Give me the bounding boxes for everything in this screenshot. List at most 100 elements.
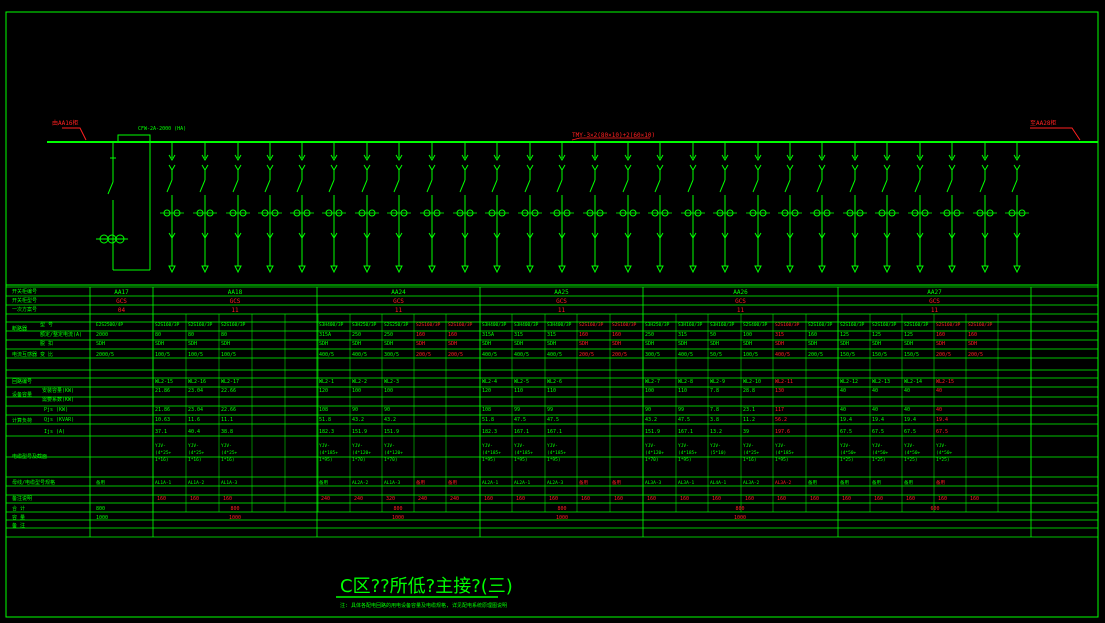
cabinet-model: GCS bbox=[116, 298, 127, 305]
busway-value: 160 bbox=[484, 496, 493, 502]
qjs-value: 47.5 bbox=[514, 417, 526, 423]
breaker-switch bbox=[166, 179, 173, 193]
load-arrow-icon bbox=[656, 265, 664, 274]
cabinet-scheme: 11 bbox=[737, 307, 745, 314]
cable-spec: 1*70) bbox=[645, 457, 659, 463]
remark-tag: AL4A-1 bbox=[710, 480, 727, 486]
cable-spec: YJV- bbox=[319, 443, 330, 449]
cable-spec: YJV- bbox=[710, 443, 721, 449]
cable-spec: (4*50+ bbox=[904, 450, 921, 456]
row-label: 母线/电缆型号规格 bbox=[12, 479, 55, 486]
load-arrow-icon bbox=[948, 265, 956, 274]
cable-spec: 1*95) bbox=[514, 457, 528, 463]
row-sublabel: Qjs (KVAR) bbox=[44, 417, 74, 423]
busway-value: 160 bbox=[581, 496, 590, 502]
feeder-connector-icon bbox=[754, 164, 762, 171]
rated-current: 315A bbox=[319, 332, 331, 338]
trip-type: SDH bbox=[968, 341, 977, 347]
circuit-id: WL2-2 bbox=[352, 379, 367, 385]
trip-type: SDH bbox=[775, 341, 784, 347]
breaker-switch bbox=[426, 179, 433, 193]
installed-capacity: 40 bbox=[872, 388, 878, 394]
pjs-value: 40 bbox=[904, 407, 910, 413]
breaker-model: S2S160/3P bbox=[904, 322, 929, 328]
ct-ratio: 100/5 bbox=[743, 352, 758, 358]
circuit-id: WL2-14 bbox=[904, 379, 922, 385]
bus-left-label: 由AA16柜 bbox=[52, 119, 78, 127]
breaker-model: S2S160/3P bbox=[416, 322, 441, 328]
ct-ratio: 300/5 bbox=[384, 352, 399, 358]
remark-tag: 备用 bbox=[612, 479, 621, 486]
breaker-switch bbox=[459, 179, 466, 193]
cable-spec: YJV- bbox=[514, 443, 525, 449]
cabinet-scheme: 11 bbox=[231, 307, 239, 314]
rated-current: 160 bbox=[808, 332, 817, 338]
circuit-id: WL2-7 bbox=[645, 379, 660, 385]
feeder-connector-icon bbox=[851, 164, 859, 171]
cable-spec: (4*25+ bbox=[155, 450, 172, 456]
busway-value: 160 bbox=[223, 496, 232, 502]
ijs-value: 67.5 bbox=[872, 429, 884, 435]
circuit-id: WL2-11 bbox=[775, 379, 793, 385]
rated-current: 160 bbox=[448, 332, 457, 338]
ct-ratio: 150/5 bbox=[872, 352, 887, 358]
feeder-connector-icon bbox=[526, 164, 534, 171]
cable-spec: (4*50+ bbox=[840, 450, 857, 456]
breaker-model: S3H250/3P bbox=[645, 322, 670, 328]
remark-tag: AL2A-3 bbox=[547, 480, 564, 486]
cable-spec: (4*185+ bbox=[775, 450, 794, 456]
busway-value: 160 bbox=[938, 496, 947, 502]
pjs-value: 23.04 bbox=[188, 407, 203, 413]
installed-capacity: 40 bbox=[904, 388, 910, 394]
busway-value: 160 bbox=[970, 496, 979, 502]
breaker-model: S2S400/3P bbox=[743, 322, 768, 328]
load-arrow-icon bbox=[721, 265, 729, 274]
breaker-switch bbox=[719, 179, 726, 193]
trip-type: SDH bbox=[448, 341, 457, 347]
qjs-value: 47.5 bbox=[678, 417, 690, 423]
remark-tag: AL3A-3 bbox=[645, 480, 662, 486]
feeder-connector-icon bbox=[330, 164, 338, 171]
installed-capacity: 7.8 bbox=[710, 388, 719, 394]
cable-spec: (4*185+ bbox=[319, 450, 338, 456]
load-arrow-icon bbox=[363, 265, 371, 274]
rated-current: 315 bbox=[678, 332, 687, 338]
group-capacity: 1000 bbox=[734, 515, 746, 521]
installed-capacity: 23.04 bbox=[188, 388, 203, 394]
trip-type: SDH bbox=[936, 341, 945, 347]
cable-spec: YJV- bbox=[221, 443, 232, 449]
pjs-value: 90 bbox=[645, 407, 651, 413]
rated-current: 50 bbox=[710, 332, 716, 338]
circuit-id: WL2-3 bbox=[384, 379, 399, 385]
breaker-model: S2S160/3P bbox=[221, 322, 246, 328]
feeder-connector-icon bbox=[428, 164, 436, 171]
circuit-id: WL2-4 bbox=[482, 379, 497, 385]
feeder-connector-icon bbox=[1013, 164, 1021, 171]
rated-current: 100 bbox=[743, 332, 752, 338]
qjs-value: 19.4 bbox=[904, 417, 916, 423]
remark-tag: AL2A-1 bbox=[514, 480, 531, 486]
group-sum: 800 bbox=[230, 506, 239, 512]
breaker-model: S2S160/3P bbox=[872, 322, 897, 328]
trip-type: SDH bbox=[384, 341, 393, 347]
feeder-connector-icon bbox=[818, 164, 826, 171]
cpu-bracket bbox=[117, 134, 151, 142]
busway-value: 160 bbox=[614, 496, 623, 502]
cabinet-scheme: 11 bbox=[931, 307, 939, 314]
breaker-model: S2S160/3P bbox=[775, 322, 800, 328]
busway-value: 160 bbox=[647, 496, 656, 502]
busway-value: 160 bbox=[842, 496, 851, 502]
qjs-value: 51.8 bbox=[319, 417, 331, 423]
pjs-value: 40 bbox=[936, 407, 942, 413]
breaker-model: S2S160/3P bbox=[579, 322, 604, 328]
row-label: 计算负荷 bbox=[12, 417, 32, 424]
cable-spec: 1*95) bbox=[319, 457, 333, 463]
trip-type: SDH bbox=[743, 341, 752, 347]
qjs-value: 19.4 bbox=[936, 417, 948, 423]
installed-capacity: 120 bbox=[319, 388, 328, 394]
rated-current: 315 bbox=[547, 332, 556, 338]
load-arrow-icon bbox=[818, 265, 826, 274]
breaker-switch bbox=[622, 179, 629, 193]
breaker-model: S2S250/3P bbox=[384, 322, 409, 328]
feeder-connector-icon bbox=[721, 164, 729, 171]
